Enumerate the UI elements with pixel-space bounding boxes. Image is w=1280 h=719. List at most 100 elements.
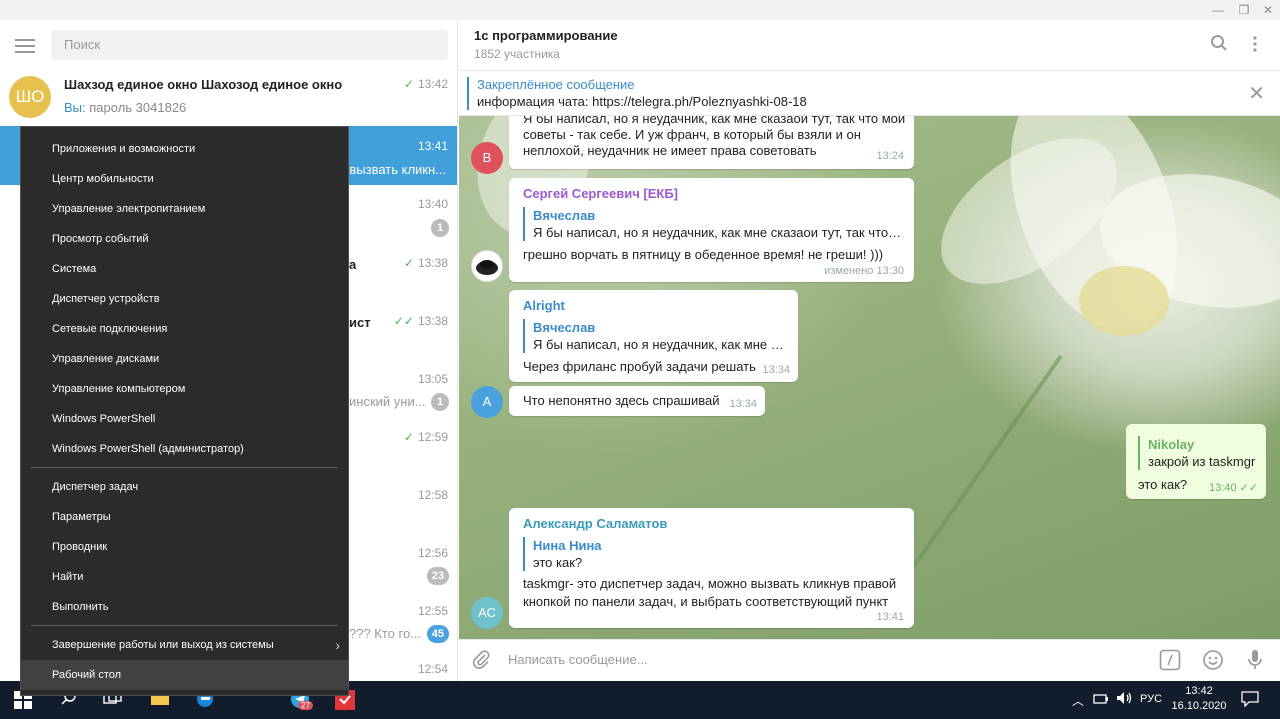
- clock[interactable]: 13:42 16.10.2020: [1168, 684, 1230, 714]
- restore-button[interactable]: ❐: [1232, 0, 1256, 20]
- chat-preview: Вы: пароль 3041826: [64, 100, 187, 115]
- emoji-icon[interactable]: [1202, 649, 1224, 676]
- chat-time: 12:55: [417, 604, 448, 618]
- volume-icon[interactable]: [1116, 691, 1134, 710]
- more-vertical-icon[interactable]: [1253, 36, 1257, 57]
- background-flower: [1079, 266, 1169, 336]
- read-check-icon: ✓: [403, 256, 414, 270]
- message-time: 13:34: [729, 398, 757, 410]
- menu-item-events[interactable]: Просмотр событий: [21, 224, 348, 254]
- chat-time: 12:58: [417, 488, 448, 502]
- reply-quote[interactable]: Вячеслав Я бы написал, но я неудачник, к…: [523, 319, 788, 353]
- menu-icon[interactable]: [15, 39, 35, 53]
- close-icon[interactable]: ✕: [1248, 81, 1265, 106]
- chat-time: 13:40: [417, 197, 448, 211]
- message-text: неплохой, неудачник не имеет права совет…: [523, 143, 817, 158]
- reply-quote[interactable]: Вячеслав Я бы написал, но я неудачник, к…: [523, 207, 903, 241]
- chat-time: 13:41: [417, 139, 448, 153]
- chat-preview: инский уни...: [349, 394, 426, 409]
- chat-time: ✓ 12:59: [403, 430, 448, 444]
- message-bubble[interactable]: Сергей Сергеевич [ЕКБ] Вячеслав Я бы нап…: [509, 178, 914, 282]
- language-indicator[interactable]: РУС: [1140, 693, 1162, 705]
- chat-header: 1с программирование 1852 участника: [459, 20, 1280, 71]
- chat-time: ✓✓ 13:38: [393, 314, 448, 328]
- chat-title[interactable]: 1с программирование: [474, 28, 618, 43]
- avatar: ШО: [9, 76, 51, 118]
- message-input[interactable]: Написать сообщение...: [508, 652, 648, 667]
- battery-icon[interactable]: [1093, 692, 1109, 710]
- message-text: taskmgr- это диспетчер задач, можно вызв…: [523, 576, 897, 591]
- menu-item-desktop[interactable]: Рабочий стол: [21, 660, 348, 690]
- message-time: 13:40 ✓✓: [1208, 482, 1258, 494]
- message-text: это как?: [1138, 477, 1188, 492]
- menu-item-explorer[interactable]: Проводник: [21, 532, 348, 562]
- menu-item-shutdown[interactable]: Завершение работы или выход из системы ›: [21, 630, 348, 660]
- menu-item-mobility[interactable]: Центр мобильности: [21, 164, 348, 194]
- pinned-accent-bar: [467, 77, 469, 110]
- chat-members-count: 1852 участника: [474, 47, 560, 61]
- attach-icon[interactable]: [471, 649, 491, 675]
- menu-item-system[interactable]: Система: [21, 254, 348, 284]
- app-badge: 27: [298, 701, 313, 710]
- menu-item-apps[interactable]: Приложения и возможности: [21, 134, 348, 164]
- menu-item-disks[interactable]: Управление дисками: [21, 344, 348, 374]
- menu-item-run[interactable]: Выполнить: [21, 592, 348, 622]
- bot-commands-icon[interactable]: [1159, 649, 1181, 676]
- pinned-text: информация чата: https://telegra.ph/Pole…: [477, 94, 807, 109]
- reply-quote[interactable]: Nikolay закрой из taskmgr: [1138, 436, 1258, 470]
- message-sender[interactable]: Сергей Сергеевич [ЕКБ]: [523, 186, 678, 201]
- chevron-up-icon[interactable]: ︿: [1072, 692, 1084, 709]
- chat-name: Шахзод единое окно Шахозод единое окно: [64, 77, 343, 92]
- menu-item-devices[interactable]: Диспетчер устройств: [21, 284, 348, 314]
- chat-preview: ??? Кто го...: [349, 626, 422, 641]
- message-bubble[interactable]: Alright Вячеслав Я бы написал, но я неуд…: [509, 290, 798, 382]
- unread-badge: 23: [426, 567, 449, 585]
- menu-item-power[interactable]: Управление электропитанием: [21, 194, 348, 224]
- chat-messages-area: В Я бы написал, но я неудачник, как мне …: [459, 116, 1280, 639]
- avatar[interactable]: АС: [471, 597, 503, 629]
- search-input[interactable]: Поиск: [51, 30, 448, 60]
- chat-row[interactable]: ШО Шахзод единое окно Шахозод единое окн…: [0, 68, 457, 126]
- menu-item-settings[interactable]: Параметры: [21, 502, 348, 532]
- read-check-icon: ✓: [403, 77, 414, 91]
- message-time: 13:24: [876, 150, 904, 162]
- read-check-icon: ✓: [403, 430, 414, 444]
- avatar[interactable]: А: [471, 386, 503, 418]
- menu-item-computer-mgmt[interactable]: Управление компьютером: [21, 374, 348, 404]
- message-time: 13:41: [876, 611, 904, 623]
- menu-item-powershell[interactable]: Windows PowerShell: [21, 404, 348, 434]
- unread-badge: 1: [431, 219, 449, 237]
- avatar[interactable]: В: [471, 142, 503, 174]
- message-bubble[interactable]: Александр Саламатов Нина Нина это как? t…: [509, 508, 914, 628]
- menu-item-network[interactable]: Сетевые подключения: [21, 314, 348, 344]
- chevron-right-icon: ›: [335, 637, 340, 653]
- chat-name: а: [349, 257, 357, 272]
- menu-item-search[interactable]: Найти: [21, 562, 348, 592]
- message-sender[interactable]: Александр Саламатов: [523, 516, 667, 531]
- message-bubble-outgoing[interactable]: Nikolay закрой из taskmgr это как? 13:40…: [1126, 424, 1266, 499]
- microphone-icon[interactable]: [1247, 649, 1263, 676]
- search-icon[interactable]: [1210, 34, 1228, 57]
- minimize-button[interactable]: —: [1206, 0, 1230, 20]
- message-time: изменено 13:30: [824, 265, 904, 277]
- unread-badge: 1: [431, 393, 449, 411]
- menu-divider: [31, 467, 338, 468]
- unread-badge: 45: [426, 625, 449, 643]
- close-button[interactable]: ✕: [1256, 0, 1280, 20]
- message-text: Что непонятно здесь спрашивай: [523, 393, 720, 408]
- chat-time: ✓ 13:38: [403, 256, 448, 270]
- message-bubble[interactable]: Я бы написал, но я неудачник, как мне ск…: [509, 116, 914, 169]
- read-double-check-icon: ✓✓: [393, 314, 414, 328]
- pinned-title: Закреплённое сообщение: [477, 77, 635, 92]
- reply-quote[interactable]: Нина Нина это как?: [523, 537, 903, 571]
- menu-divider: [31, 625, 338, 626]
- message-sender[interactable]: Alright: [523, 298, 565, 313]
- chat-time: 12:54: [417, 662, 448, 676]
- message-bubble[interactable]: Что непонятно здесь спрашивай 13:34: [509, 386, 765, 416]
- notifications-icon[interactable]: [1241, 691, 1259, 712]
- message-composer: Написать сообщение...: [459, 639, 1280, 681]
- menu-item-task-manager[interactable]: Диспетчер задач: [21, 472, 348, 502]
- menu-item-powershell-admin[interactable]: Windows PowerShell (администратор): [21, 434, 348, 464]
- pinned-message[interactable]: Закреплённое сообщение информация чата: …: [459, 71, 1280, 116]
- avatar[interactable]: [471, 250, 503, 282]
